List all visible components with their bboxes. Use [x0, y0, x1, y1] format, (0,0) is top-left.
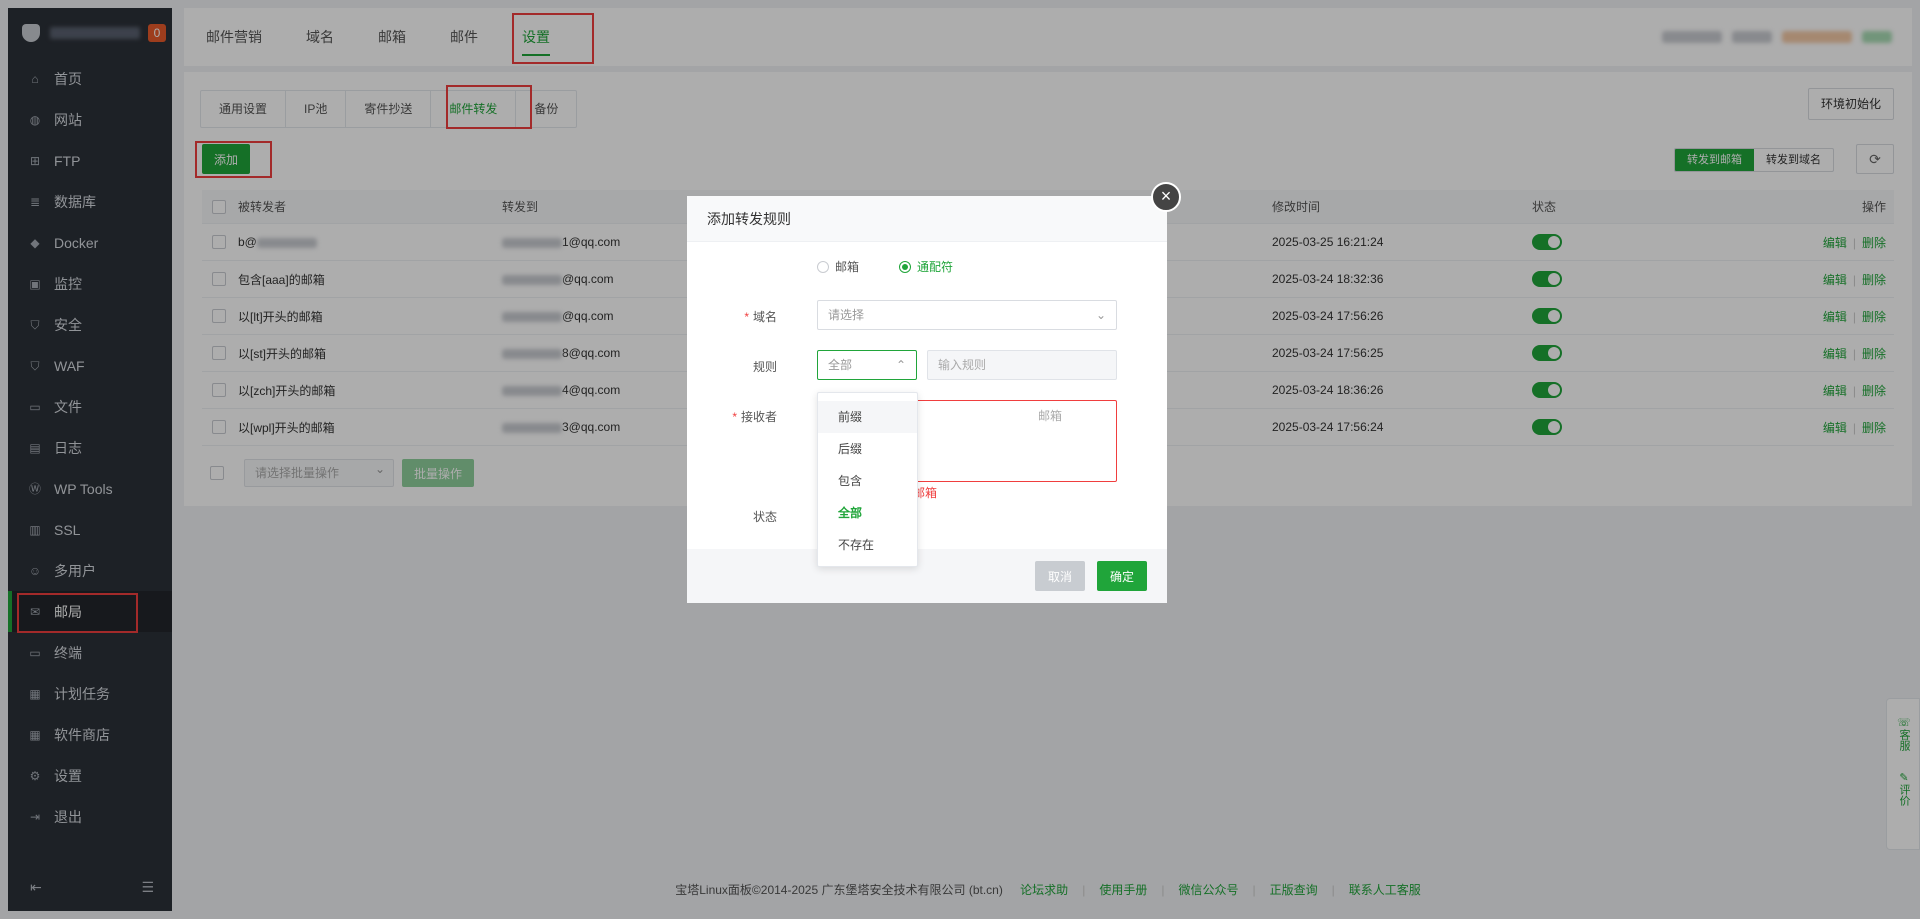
rule-label: 规则: [752, 360, 777, 374]
rule-type-select[interactable]: 全部 ⌃: [817, 350, 917, 380]
add-forward-rule-dialog: 添加转发规则 × 邮箱 通配符 * 域名 请选择 ⌄ 规则 全部 ⌃ 输入规则 * 接收…: [687, 182, 1181, 603]
dropdown-option[interactable]: 前缀: [818, 401, 917, 433]
cancel-button[interactable]: 取消: [1035, 561, 1085, 591]
dropdown-option[interactable]: 包含: [818, 465, 917, 497]
dropdown-option[interactable]: 全部: [818, 497, 917, 529]
radio-wildcard[interactable]: 通配符: [899, 258, 953, 275]
dropdown-option[interactable]: 不存在: [818, 529, 917, 561]
dialog-footer: 取消 确定: [687, 549, 1167, 603]
rule-input[interactable]: 输入规则: [927, 350, 1117, 380]
status-label: 状态: [752, 510, 777, 524]
close-icon[interactable]: ×: [1151, 182, 1181, 212]
dropdown-option[interactable]: 后缀: [818, 433, 917, 465]
domain-select[interactable]: 请选择 ⌄: [817, 300, 1117, 330]
confirm-button[interactable]: 确定: [1097, 561, 1147, 591]
type-radio-group: 邮箱 通配符: [817, 258, 953, 275]
receiver-label: * 接收者: [732, 410, 777, 424]
chevron-down-icon: ⌄: [1095, 308, 1106, 322]
chevron-up-icon: ⌃: [895, 358, 906, 372]
rule-type-dropdown: 前缀 后缀 包含 全部 不存在: [817, 392, 918, 567]
dialog-title: 添加转发规则: [687, 196, 1167, 242]
domain-label: * 域名: [744, 310, 777, 324]
radio-mailbox[interactable]: 邮箱: [817, 258, 859, 275]
